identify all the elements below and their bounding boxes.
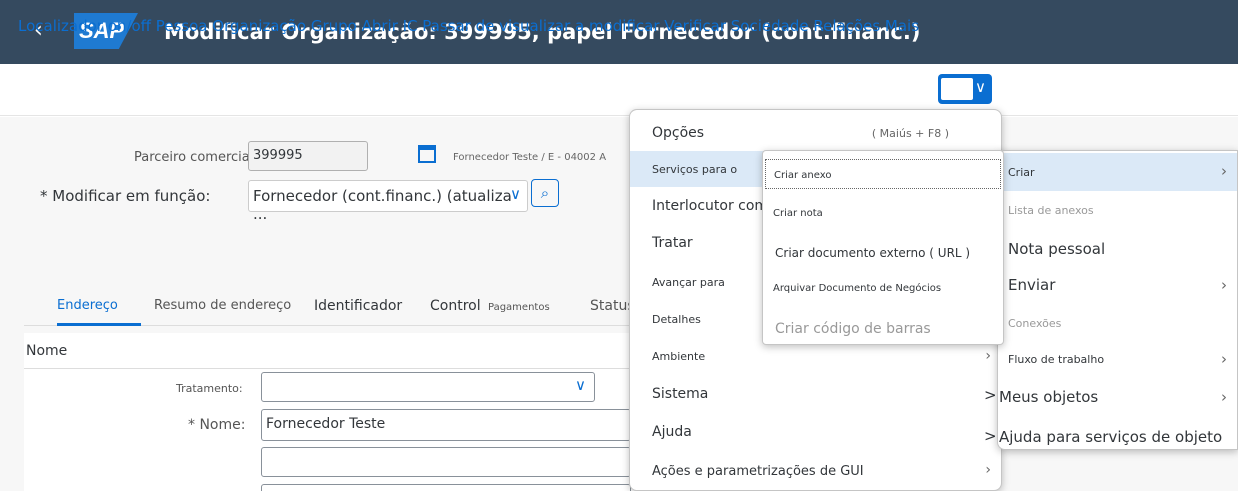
- tab-control[interactable]: Control: [430, 298, 481, 314]
- submenu-services-for-object: Criar › Lista de anexos Nota pessoal Env…: [997, 150, 1238, 450]
- chevron-right-icon: >: [984, 386, 997, 404]
- partner-field: 399995: [248, 141, 368, 171]
- chevron-right-icon: ›: [985, 348, 991, 364]
- toolbar-actions[interactable]: Localizador on/off Pessoa Organização Gr…: [18, 17, 919, 35]
- shortcut-label: ( Maiús + F8 ): [871, 127, 949, 140]
- chevron-down-icon: ∨: [575, 376, 586, 394]
- chevron-right-icon: ›: [1221, 276, 1227, 294]
- submenu-create: Criar anexo Criar nota Criar documento e…: [762, 150, 1004, 345]
- tab-endereco[interactable]: Endereço: [57, 298, 118, 313]
- partner-description: Fornecedor Teste / E - 04002 A: [453, 152, 607, 163]
- chevron-right-icon: ›: [985, 462, 991, 478]
- menu-item-criar[interactable]: Criar ›: [998, 153, 1237, 191]
- section-header: Nome: [24, 333, 634, 369]
- name-input-3[interactable]: [261, 484, 631, 491]
- tab-status[interactable]: Status: [590, 298, 635, 314]
- salutation-select[interactable]: ∨: [261, 372, 595, 402]
- active-tab-indicator: [57, 323, 141, 326]
- salutation-label: Tratamento:: [176, 382, 243, 395]
- partner-value: 399995: [253, 148, 303, 163]
- toolbar: [0, 64, 1238, 116]
- name-value: Fornecedor Teste: [266, 416, 386, 432]
- name-input-2[interactable]: [261, 447, 631, 477]
- more-menu-field[interactable]: [941, 78, 973, 100]
- role-label: * Modificar em função:: [40, 187, 211, 205]
- tab-resumo-endereco[interactable]: Resumo de endereço: [154, 298, 291, 313]
- chevron-right-icon: ›: [1221, 388, 1227, 406]
- tab-pagamentos[interactable]: Pagamentos: [488, 302, 550, 313]
- name-label: * Nome:: [188, 417, 246, 433]
- search-icon[interactable]: ⌕: [531, 179, 559, 207]
- chevron-right-icon: ›: [1221, 162, 1227, 180]
- menu-item-criar-anexo[interactable]: Criar anexo: [765, 159, 1001, 189]
- tab-bar: Endereço Resumo de endereço Identificado…: [24, 288, 635, 326]
- building-icon: [418, 145, 436, 163]
- section-title: Nome: [26, 343, 68, 359]
- tab-identificador[interactable]: Identificador: [314, 298, 402, 314]
- chevron-right-icon: ›: [1221, 350, 1227, 368]
- role-select[interactable]: Fornecedor (cont.financ.) (atualiza ... …: [248, 180, 528, 223]
- partner-label: Parceiro comercial:: [134, 150, 258, 165]
- chevron-right-icon: >: [984, 427, 997, 445]
- name-input[interactable]: Fornecedor Teste: [261, 409, 631, 441]
- chevron-down-icon[interactable]: ∨: [975, 78, 986, 96]
- chevron-down-icon: ∨: [510, 185, 521, 203]
